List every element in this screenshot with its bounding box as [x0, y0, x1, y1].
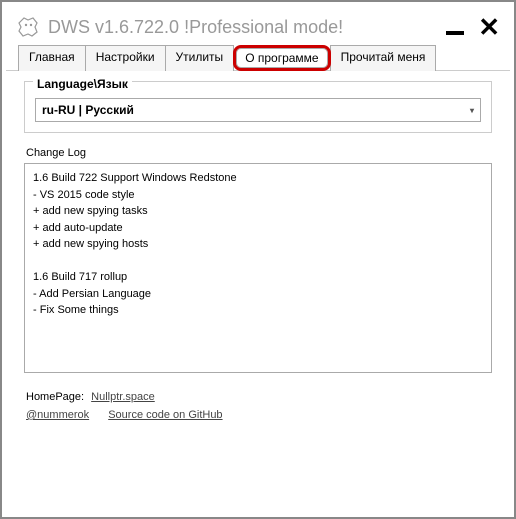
titlebar: DWS v1.6.722.0 !Professional mode! ✕ [6, 6, 510, 44]
tab-readme[interactable]: Прочитай меня [330, 45, 437, 71]
author-link[interactable]: @nummerok [26, 409, 89, 421]
language-dropdown[interactable]: ru-RU | Русский ▾ [35, 98, 481, 122]
tabs-bar: Главная Настройки Утилиты О программе Пр… [6, 44, 510, 71]
source-link[interactable]: Source code on GitHub [108, 409, 222, 421]
homepage-label: HomePage: [26, 391, 84, 403]
tab-utilities[interactable]: Утилиты [165, 45, 235, 71]
tab-settings[interactable]: Настройки [85, 45, 166, 71]
language-value: ru-RU | Русский [42, 103, 134, 117]
homepage-link[interactable]: Nullptr.space [91, 391, 155, 403]
app-icon [16, 15, 40, 39]
tab-about[interactable]: О программе [233, 45, 330, 71]
changelog-text: 1.6 Build 722 Support Windows Redstone -… [24, 163, 492, 373]
tab-main[interactable]: Главная [18, 45, 86, 71]
language-group: Language\Язык ru-RU | Русский ▾ [24, 81, 492, 133]
window-title: DWS v1.6.722.0 !Professional mode! [48, 17, 446, 38]
minimize-button[interactable] [446, 31, 464, 35]
language-label: Language\Язык [33, 77, 132, 91]
close-button[interactable]: ✕ [478, 14, 500, 40]
chevron-down-icon: ▾ [470, 106, 474, 115]
changelog-label: Change Log [26, 147, 492, 159]
